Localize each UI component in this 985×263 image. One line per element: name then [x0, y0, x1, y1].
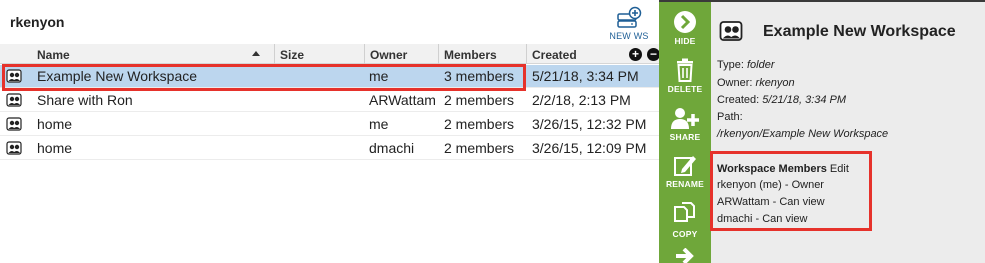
share-button[interactable]: SHARE — [659, 106, 711, 142]
table-row[interactable]: home me 2 members 3/26/15, 12:32 PM — [0, 113, 659, 136]
shared-workspace-icon — [6, 117, 22, 131]
row-created: 3/26/15, 12:09 PM — [532, 140, 647, 156]
details-path-value: /rkenyon/Example New Workspace — [717, 128, 888, 140]
row-created: 5/21/18, 3:34 PM — [532, 68, 639, 84]
database-plus-icon — [617, 6, 642, 28]
row-name: Share with Ron — [37, 92, 133, 108]
column-header-size[interactable]: Size — [274, 44, 364, 64]
copy-button[interactable]: COPY — [659, 201, 711, 239]
row-owner: ARWattam — [369, 92, 436, 108]
rename-button[interactable]: RENAME — [659, 153, 711, 189]
table-row[interactable]: home dmachi 2 members 3/26/15, 12:09 PM — [0, 137, 659, 160]
row-name: home — [37, 140, 73, 156]
row-members: 2 members — [444, 140, 515, 156]
add-user-icon — [671, 108, 699, 129]
column-header-name-label: Name — [37, 48, 70, 62]
hide-button[interactable]: HIDE — [659, 10, 711, 46]
column-header-size-label: Size — [280, 48, 305, 62]
column-header-owner[interactable]: Owner — [364, 44, 438, 64]
chevron-right-circle-icon — [674, 11, 696, 33]
details-type: Type: folder — [717, 59, 775, 71]
column-header-members[interactable]: Members — [438, 44, 526, 64]
table-row[interactable]: Share with Ron ARWattam 2 members 2/2/18… — [0, 89, 659, 112]
row-created: 2/2/18, 2:13 PM — [532, 92, 631, 108]
edit-icon — [674, 156, 696, 176]
row-members: 2 members — [444, 92, 515, 108]
trash-icon — [677, 58, 693, 82]
shared-workspace-icon — [6, 141, 22, 155]
details-path-label: Path: — [717, 111, 743, 123]
row-owner: dmachi — [369, 140, 415, 156]
share-label: SHARE — [669, 132, 701, 142]
rename-label: RENAME — [665, 179, 705, 189]
delete-label: DELETE — [667, 84, 703, 94]
column-header-created-label: Created — [532, 48, 577, 62]
row-owner: me — [369, 116, 389, 132]
details-created-label: Created: — [717, 94, 760, 106]
copy-icon — [674, 202, 695, 222]
sort-ascending-icon — [252, 51, 260, 56]
row-members: 2 members — [444, 116, 515, 132]
new-workspace-label: NEW WS — [609, 31, 649, 41]
highlight-selected-row — [2, 64, 526, 91]
row-name: home — [37, 116, 73, 132]
details-created: Created: 5/21/18, 3:34 PM — [717, 94, 846, 106]
new-workspace-button[interactable]: NEW WS — [608, 6, 650, 41]
action-bar: HIDE DELETE SHARE RENAME COPY — [659, 2, 711, 263]
copy-label: COPY — [672, 229, 698, 239]
details-owner-value: rkenyon — [755, 77, 795, 89]
column-header-members-label: Members — [444, 48, 497, 62]
details-type-label: Type: — [717, 59, 744, 71]
details-type-value: folder — [746, 59, 775, 71]
row-created: 3/26/15, 12:32 PM — [532, 116, 647, 132]
shared-workspace-icon — [6, 93, 22, 107]
details-created-value: 5/21/18, 3:34 PM — [762, 94, 847, 106]
details-owner-label: Owner: — [717, 77, 753, 89]
column-header-name[interactable]: Name — [32, 44, 272, 64]
move-button[interactable] — [659, 248, 711, 263]
details-path-text: /rkenyon/Example New Workspace — [717, 128, 889, 140]
delete-button[interactable]: DELETE — [659, 58, 711, 94]
arrow-right-icon — [676, 248, 694, 263]
hide-label: HIDE — [674, 36, 696, 46]
grid-header: Name Size Owner Members Created + − — [0, 44, 660, 64]
details-owner: Owner: rkenyon — [717, 77, 795, 89]
shared-workspace-icon — [719, 21, 743, 41]
details-title: Example New Workspace — [763, 23, 956, 40]
workspace-list-pane: rkenyon NEW WS Name Size Owner Members C… — [0, 0, 660, 263]
column-header-owner-label: Owner — [370, 48, 408, 62]
add-column-icon[interactable]: + — [629, 48, 642, 61]
page-title: rkenyon — [10, 14, 65, 30]
highlight-members — [710, 151, 872, 231]
